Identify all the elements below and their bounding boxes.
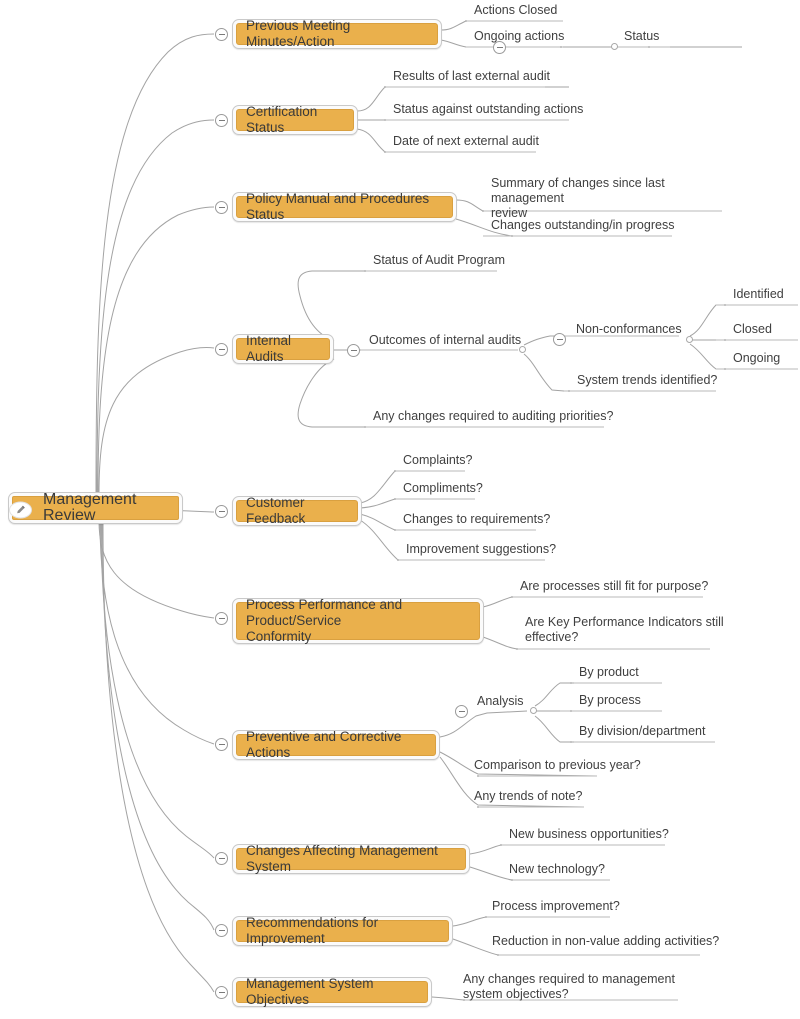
collapse-toggle-management-system-objectives[interactable] (215, 986, 228, 999)
branch-dot (364, 426, 366, 428)
subtopic-status[interactable]: Status (620, 29, 714, 44)
junction-node[interactable] (686, 336, 693, 343)
branch-dot (384, 151, 386, 153)
mindmap-canvas: Management Review Previous Meeting Minut… (0, 0, 800, 1019)
branch-dot (511, 235, 513, 237)
junction-node[interactable] (519, 346, 526, 353)
subtopic-closed[interactable]: Closed (729, 322, 800, 337)
subtopic-ongoing-actions[interactable]: Ongoing actions (470, 29, 614, 44)
topic-customer-feedback[interactable]: Customer Feedback (236, 495, 358, 526)
topic-policy-manual-and-procedures-status[interactable]: Policy Manual and Procedures Status (236, 191, 453, 222)
pencil-icon (9, 501, 32, 518)
subtopic-system-trends-identified[interactable]: System trends identified? (573, 373, 777, 388)
collapse-toggle-previous-meeting-minutes[interactable] (215, 28, 228, 41)
junction-node[interactable] (611, 43, 618, 50)
subtopic-comparison-to-previous-year[interactable]: Comparison to previous year? (470, 758, 664, 773)
branch-dot (570, 741, 572, 743)
branch-dot (500, 844, 502, 846)
topic-changes-affecting-management-system[interactable]: Changes Affecting Management System (236, 843, 466, 874)
branch-dot (560, 46, 562, 48)
branch-dot (477, 806, 479, 808)
subtopic-reduction-in-non-value-adding-activities[interactable]: Reduction in non-value adding activities… (488, 934, 722, 949)
topic-preventive-and-corrective-actions[interactable]: Preventive and Corrective Actions (236, 729, 436, 760)
subtopic-complaints[interactable]: Complaints? (399, 453, 533, 468)
branch-dot (497, 954, 499, 956)
branch-dot (516, 648, 518, 650)
branch-dot (485, 916, 487, 918)
topic-internal-audits[interactable]: Internal Audits (236, 333, 330, 364)
subtopic-non-conformances[interactable]: Non-conformances (572, 322, 726, 337)
subtopic-process-improvement[interactable]: Process improvement? (488, 899, 672, 914)
branch-dot (724, 339, 726, 341)
branch-dot (570, 682, 572, 684)
branch-dot (394, 470, 396, 472)
subtopic-new-business-opportunities[interactable]: New business opportunities? (505, 827, 709, 842)
branch-dot (384, 86, 386, 88)
subtopic-any-changes-required-to-management-system-objectives[interactable]: Any changes required to management syste… (459, 972, 693, 1002)
junction-node[interactable] (530, 707, 537, 714)
subtopic-status-against-outstanding-actions[interactable]: Status against outstanding actions (389, 102, 613, 117)
branch-dot (394, 498, 396, 500)
branch-dot (568, 390, 570, 392)
branch-dot (364, 270, 366, 272)
subtopic-improvement-suggestions[interactable]: Improvement suggestions? (402, 542, 586, 557)
subtopic-results-of-last-external-audit[interactable]: Results of last external audit (389, 69, 593, 84)
subtopic-changes-to-requirements[interactable]: Changes to requirements? (399, 512, 573, 527)
collapse-toggle-preventive-and-corrective-actions[interactable] (215, 738, 228, 751)
subtopic-summary-of-changes[interactable]: Summary of changes since last management… (487, 176, 731, 221)
collapse-toggle-policy-manual[interactable] (215, 201, 228, 214)
branch-dot (397, 559, 399, 561)
subtopic-are-processes-still-fit-for-purpose[interactable]: Are processes still fit for purpose? (516, 579, 740, 594)
topic-process-performance-and-product-service-conformity[interactable]: Process Performance and Product/Service … (236, 597, 480, 644)
collapse-toggle-internal-audits[interactable] (215, 343, 228, 356)
collapse-toggle-outcomes-of-internal-audits[interactable] (347, 344, 360, 357)
subtopic-any-trends-of-note[interactable]: Any trends of note? (470, 789, 634, 804)
subtopic-by-product[interactable]: By product (575, 665, 699, 680)
collapse-toggle-process-performance[interactable] (215, 612, 228, 625)
branch-dot (384, 119, 386, 121)
collapse-toggle-changes-affecting-management-system[interactable] (215, 852, 228, 865)
collapse-toggle-customer-feedback[interactable] (215, 505, 228, 518)
subtopic-outcomes-of-internal-audits[interactable]: Outcomes of internal audits (365, 333, 569, 348)
subtopic-status-of-audit-program[interactable]: Status of Audit Program (369, 253, 563, 268)
subtopic-date-of-next-external-audit[interactable]: Date of next external audit (389, 134, 593, 149)
topic-previous-meeting-minutes[interactable]: Previous Meeting Minutes/Action (236, 18, 438, 49)
branch-dot (394, 529, 396, 531)
subtopic-any-changes-required-to-auditing-priorities[interactable]: Any changes required to auditing priorit… (369, 409, 633, 424)
branch-dot (482, 210, 484, 212)
collapse-toggle-non-conformances[interactable] (553, 333, 566, 346)
subtopic-changes-outstanding-in-progress[interactable]: Changes outstanding/in progress (487, 218, 691, 233)
branch-dot (465, 20, 467, 22)
collapse-toggle-analysis[interactable] (455, 705, 468, 718)
subtopic-analysis[interactable]: Analysis (473, 694, 577, 709)
branch-dot (511, 879, 513, 881)
branch-dot (570, 710, 572, 712)
branch-dot (511, 596, 513, 598)
subtopic-are-key-performance-indicators-still-effective[interactable]: Are Key Performance Indicators still eff… (521, 615, 725, 645)
branch-dot (724, 304, 726, 306)
branch-dot (477, 775, 479, 777)
topic-recommendations-for-improvement[interactable]: Recommendations for Improvement (236, 915, 449, 946)
topic-certification-status[interactable]: Certification Status (236, 104, 354, 135)
collapse-toggle-certification-status[interactable] (215, 114, 228, 127)
collapse-toggle-recommendations-for-improvement[interactable] (215, 924, 228, 937)
branch-dot (724, 368, 726, 370)
subtopic-compliments[interactable]: Compliments? (399, 481, 533, 496)
subtopic-identified[interactable]: Identified (729, 287, 800, 302)
subtopic-ongoing[interactable]: Ongoing (729, 351, 800, 366)
branch-dot (648, 46, 650, 48)
subtopic-new-technology[interactable]: New technology? (505, 862, 669, 877)
subtopic-actions-closed[interactable]: Actions Closed (470, 3, 604, 18)
central-topic-label: Management Review (12, 492, 179, 524)
subtopic-by-division-department[interactable]: By division/department (575, 724, 759, 739)
subtopic-by-process[interactable]: By process (575, 693, 699, 708)
topic-management-system-objectives[interactable]: Management System Objectives (236, 976, 428, 1007)
